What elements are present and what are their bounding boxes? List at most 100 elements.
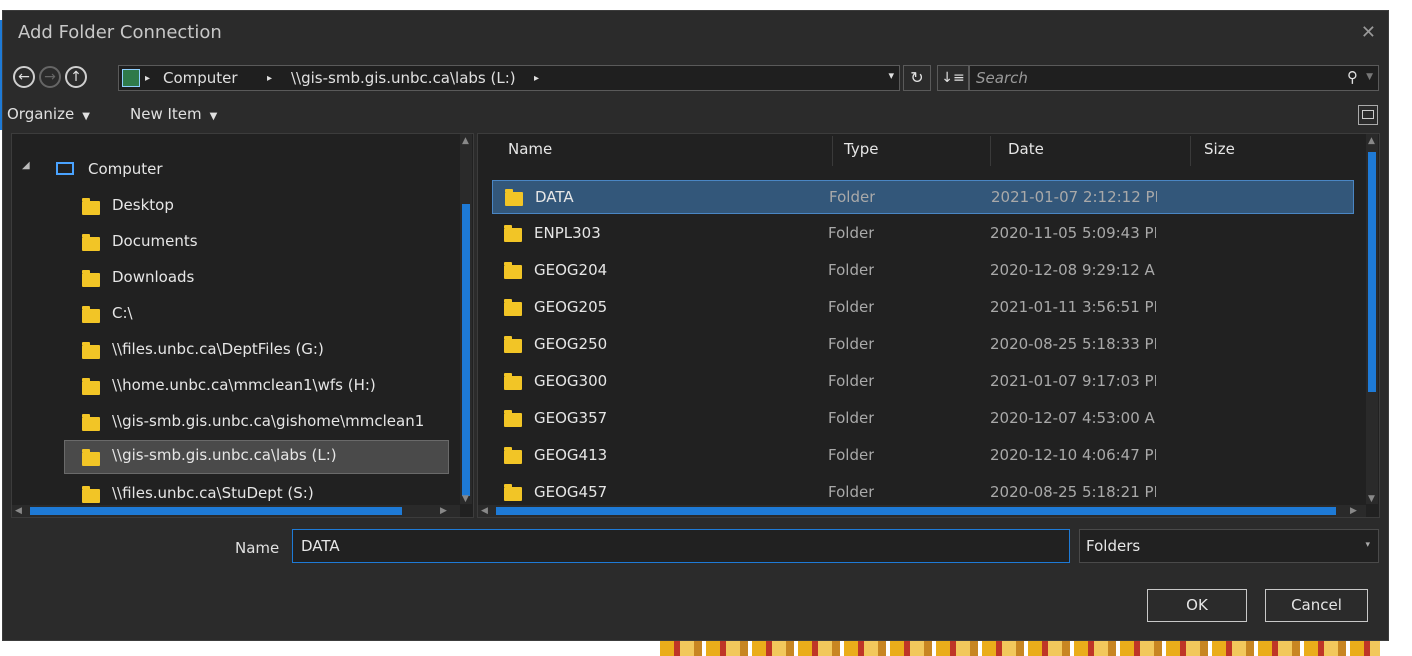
scroll-thumb[interactable] — [462, 204, 470, 496]
navigation-bar: ← → ↑ ▸ Computer ▸ \\gis-smb.gis.unbc.ca… — [13, 65, 1379, 93]
scroll-thumb[interactable] — [496, 507, 1336, 515]
expand-icon[interactable]: ◢ — [22, 160, 30, 171]
add-folder-connection-dialog: Add Folder Connection ✕ ← → ↑ ▸ Computer… — [3, 11, 1388, 640]
address-bar[interactable]: ▸ Computer ▸ \\gis-smb.gis.unbc.ca\labs … — [118, 65, 900, 91]
column-divider[interactable] — [832, 136, 833, 166]
list-horizontal-scrollbar[interactable]: ◀ ▶ — [478, 505, 1366, 517]
tree-item[interactable]: \\gis-smb.gis.unbc.ca\gishome\mmclean1 — [12, 406, 450, 440]
list-row[interactable]: GEOG205 Folder 2021-01-11 3:56:51 PM — [492, 291, 1354, 325]
row-name: GEOG205 — [534, 298, 608, 316]
tree-item-label: \\home.unbc.ca\mmclean1\wfs (H:) — [112, 376, 376, 394]
sort-icon[interactable]: ↓≡ — [937, 65, 969, 91]
ok-button[interactable]: OK — [1147, 589, 1247, 622]
scroll-thumb[interactable] — [30, 507, 402, 515]
row-name: GEOG250 — [534, 335, 608, 353]
list-row[interactable]: GEOG204 Folder 2020-12-08 9:29:12 AM — [492, 254, 1354, 288]
row-date: 2021-01-11 3:56:51 PM — [990, 298, 1156, 316]
row-type: Folder — [828, 335, 875, 353]
column-header-name[interactable]: Name — [508, 140, 552, 158]
address-dropdown-icon[interactable]: ▾ — [888, 69, 894, 82]
folder-icon — [82, 234, 100, 251]
row-type: Folder — [828, 261, 875, 279]
tree-item[interactable]: Documents — [12, 226, 450, 260]
scroll-right-icon[interactable]: ▶ — [1350, 506, 1357, 516]
scroll-down-icon[interactable]: ▼ — [462, 494, 469, 504]
folder-icon — [82, 378, 100, 395]
name-field[interactable] — [292, 529, 1070, 563]
tree-item-label: Documents — [112, 232, 198, 250]
column-divider[interactable] — [1190, 136, 1191, 166]
scroll-left-icon[interactable]: ◀ — [481, 506, 488, 516]
cancel-button[interactable]: Cancel — [1265, 589, 1368, 622]
row-date: 2020-11-05 5:09:43 PM — [990, 224, 1156, 242]
tree-item-label: Desktop — [112, 196, 174, 214]
folder-type-dropdown[interactable]: Folders ▾ — [1079, 529, 1379, 563]
search-dropdown-icon[interactable]: ▼ — [1366, 72, 1373, 82]
tree-horizontal-scrollbar[interactable]: ◀ ▶ — [12, 505, 460, 517]
tree-item-selected[interactable]: \\gis-smb.gis.unbc.ca\labs (L:) — [64, 440, 449, 474]
search-icon[interactable]: ⚲ — [1347, 68, 1358, 86]
list-row[interactable]: GEOG357 Folder 2020-12-07 4:53:00 AM — [492, 402, 1354, 436]
tree-vertical-scrollbar[interactable]: ▲ ▼ — [460, 134, 472, 504]
tree-item-label: \\files.unbc.ca\DeptFiles (G:) — [112, 340, 324, 358]
up-icon[interactable]: ↑ — [65, 66, 87, 88]
scroll-right-icon[interactable]: ▶ — [440, 506, 447, 516]
folder-icon — [82, 449, 100, 466]
close-icon[interactable]: ✕ — [1361, 22, 1376, 43]
location-icon — [122, 69, 140, 87]
breadcrumb-computer[interactable]: Computer — [163, 69, 238, 87]
folder-icon — [82, 306, 100, 323]
list-vertical-scrollbar[interactable]: ▲ ▼ — [1366, 134, 1378, 504]
row-name: GEOG204 — [534, 261, 608, 279]
row-type: Folder — [828, 298, 875, 316]
row-date: 2020-12-07 4:53:00 AM — [990, 409, 1156, 427]
tree-item[interactable]: C:\ — [12, 298, 450, 332]
back-icon[interactable]: ← — [13, 66, 35, 88]
scroll-up-icon[interactable]: ▲ — [462, 136, 469, 146]
new-item-menu[interactable]: New Item ▼ — [130, 105, 217, 123]
row-name: DATA — [535, 188, 574, 206]
folder-icon — [504, 447, 522, 464]
search-box[interactable]: Search ⚲ ▼ — [969, 65, 1379, 91]
tree-item[interactable]: \\home.unbc.ca\mmclean1\wfs (H:) — [12, 370, 450, 404]
chevron-down-icon: ▼ — [82, 111, 90, 122]
list-row[interactable]: GEOG413 Folder 2020-12-10 4:06:47 PM — [492, 439, 1354, 473]
tree-item[interactable]: Desktop — [12, 190, 450, 224]
scroll-up-icon[interactable]: ▲ — [1368, 136, 1375, 146]
view-icon[interactable] — [1358, 105, 1378, 125]
scroll-down-icon[interactable]: ▼ — [1368, 494, 1375, 504]
tree-item[interactable]: \\files.unbc.ca\DeptFiles (G:) — [12, 334, 450, 368]
row-date: 2021-01-07 9:17:03 PM — [990, 372, 1156, 390]
list-row-selected[interactable]: DATA Folder 2021-01-07 2:12:12 PM — [492, 180, 1354, 214]
scroll-left-icon[interactable]: ◀ — [15, 506, 22, 516]
breadcrumb-separator[interactable]: ▸ — [267, 73, 272, 84]
breadcrumb-labs[interactable]: \\gis-smb.gis.unbc.ca\labs (L:) — [291, 69, 516, 87]
tree-item-label: \\files.unbc.ca\StuDept (S:) — [112, 484, 314, 502]
column-header-size[interactable]: Size — [1204, 140, 1235, 158]
tree-item[interactable]: Downloads — [12, 262, 450, 296]
command-toolbar: Organize ▼ New Item ▼ — [3, 103, 1388, 129]
organize-menu[interactable]: Organize ▼ — [7, 105, 90, 123]
list-row[interactable]: GEOG250 Folder 2020-08-25 5:18:33 PM — [492, 328, 1354, 362]
breadcrumb-separator[interactable]: ▸ — [145, 73, 150, 84]
row-date: 2020-12-10 4:06:47 PM — [990, 446, 1156, 464]
file-list: Name Type Date Size DATA Folder 2021-01-… — [477, 133, 1380, 518]
column-header-date[interactable]: Date — [1008, 140, 1044, 158]
refresh-icon[interactable]: ↻ — [903, 65, 931, 91]
breadcrumb-separator[interactable]: ▸ — [534, 73, 539, 84]
row-type: Folder — [828, 446, 875, 464]
scroll-thumb[interactable] — [1368, 152, 1376, 392]
folder-icon — [504, 336, 522, 353]
dialog-title: Add Folder Connection — [18, 22, 222, 43]
list-row[interactable]: ENPL303 Folder 2020-11-05 5:09:43 PM — [492, 217, 1354, 251]
row-type: Folder — [828, 224, 875, 242]
row-date: 2020-12-08 9:29:12 AM — [990, 261, 1156, 279]
column-header-type[interactable]: Type — [844, 140, 878, 158]
row-type: Folder — [828, 372, 875, 390]
forward-icon[interactable]: → — [39, 66, 61, 88]
list-row[interactable]: GEOG300 Folder 2021-01-07 9:17:03 PM — [492, 365, 1354, 399]
row-name: ENPL303 — [534, 224, 601, 242]
tree-item-computer[interactable]: ◢ Computer — [12, 154, 450, 188]
folder-icon — [504, 225, 522, 242]
column-divider[interactable] — [990, 136, 991, 166]
